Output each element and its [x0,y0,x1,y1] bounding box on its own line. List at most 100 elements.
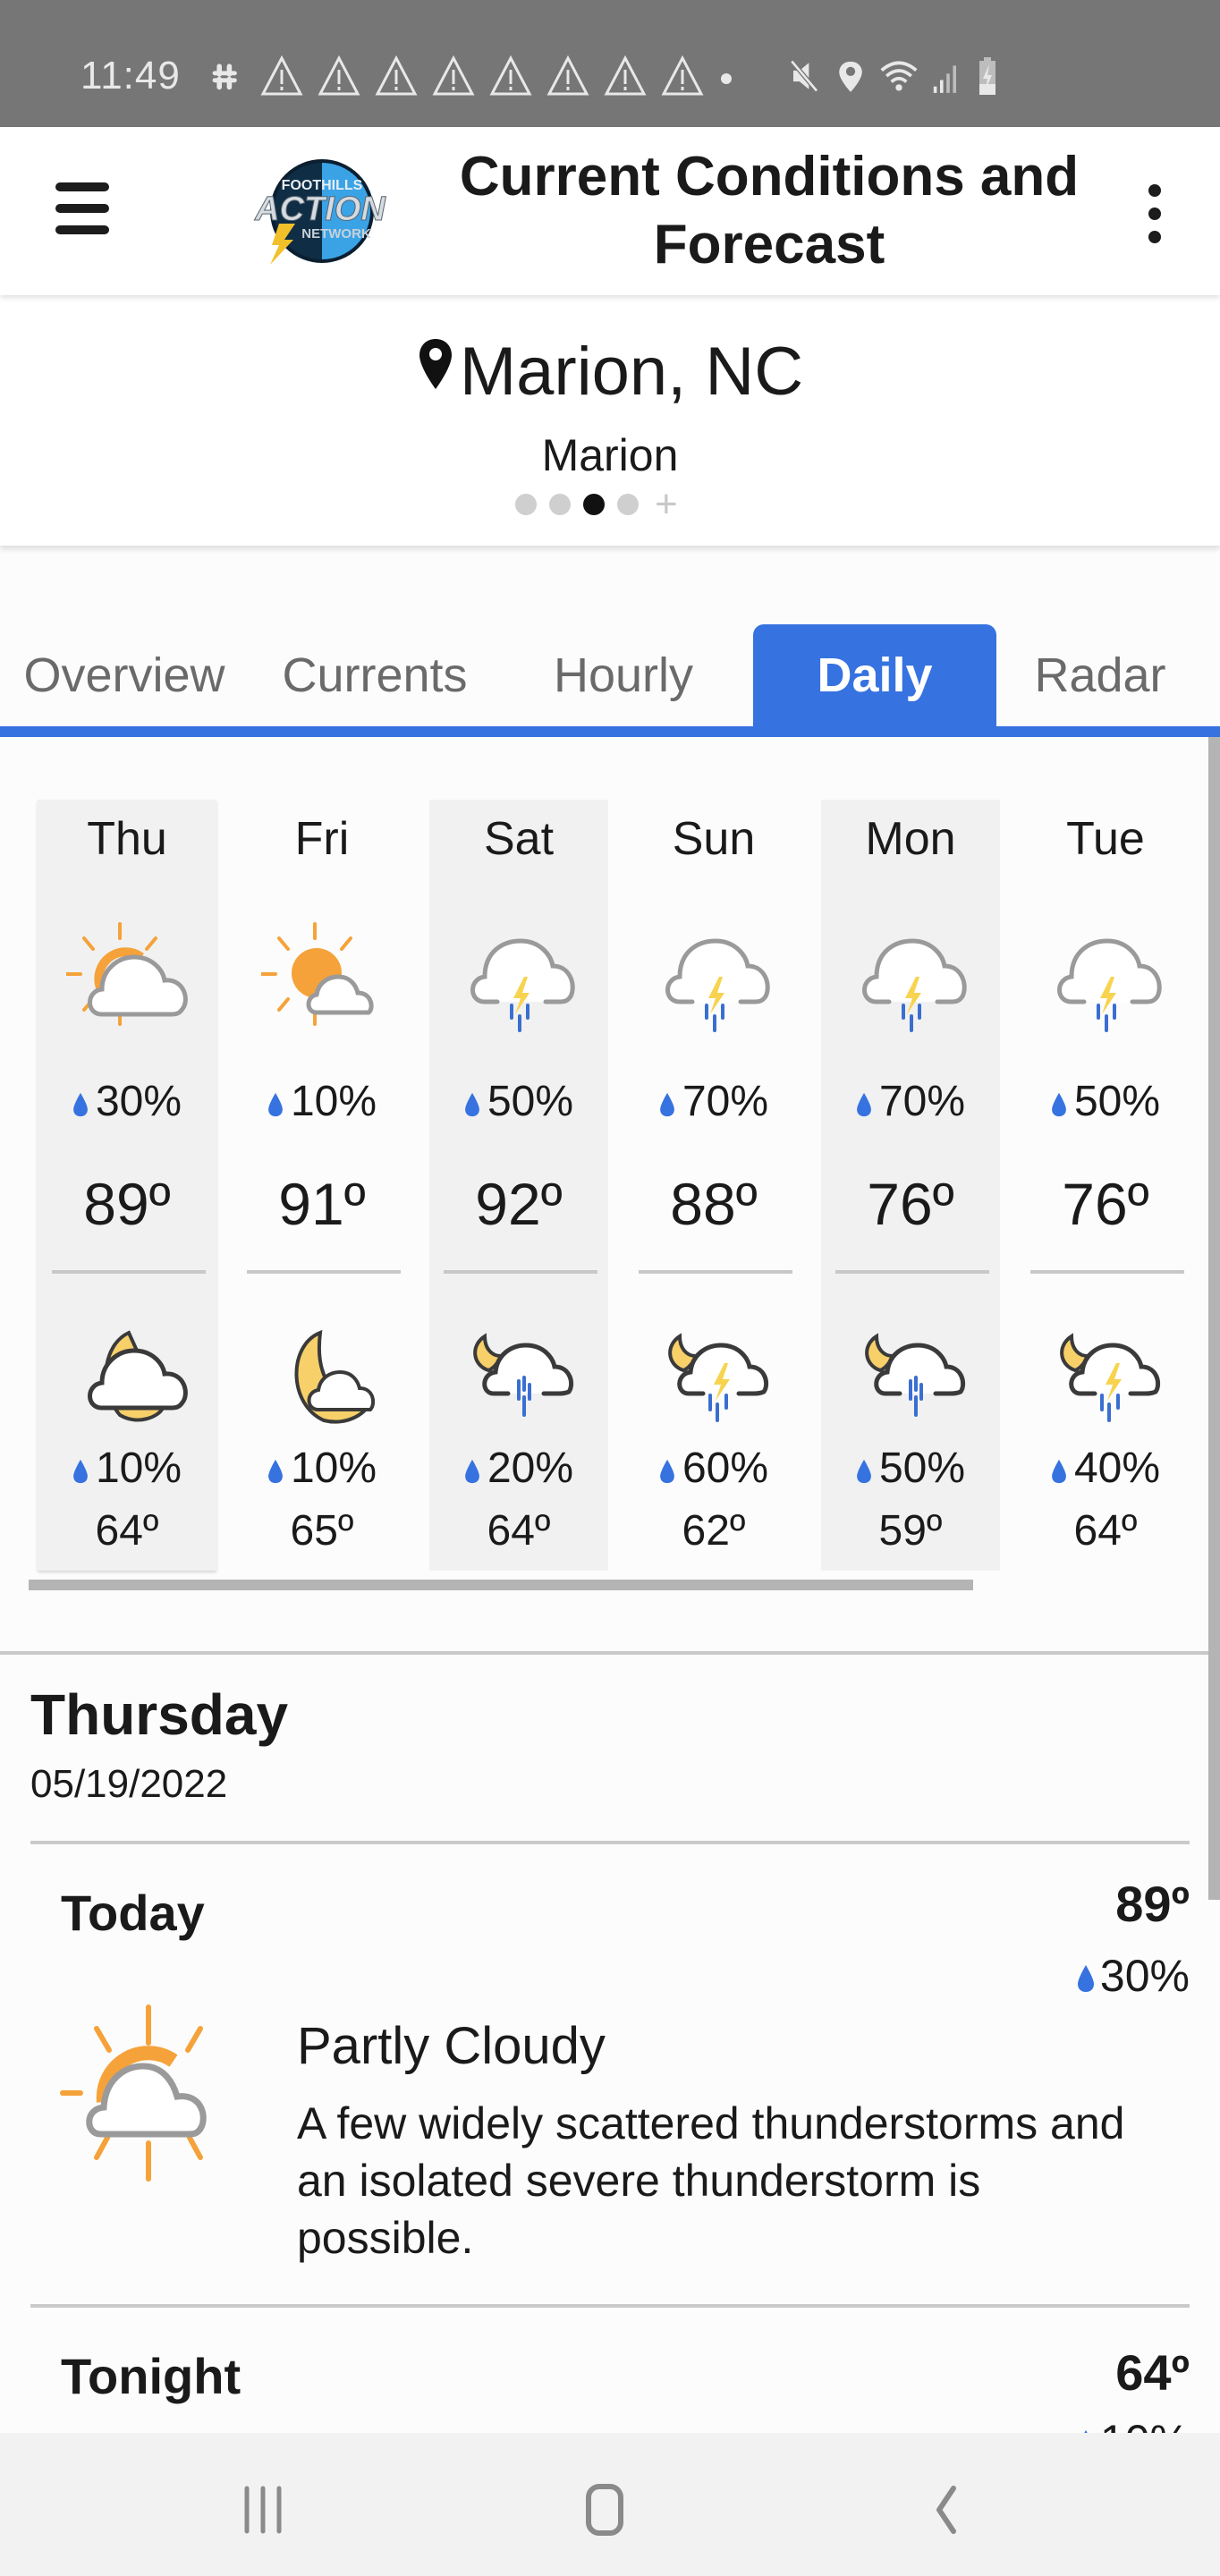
day-name: Fri [294,813,350,865]
day-column-mon[interactable]: Mon 70% 76º 50% 59º [821,800,1000,1571]
night-precip: 20% [429,1444,608,1493]
raindrop-icon [465,1092,479,1117]
tab-radar[interactable]: Radar [1011,624,1190,726]
warning-icon [546,55,589,96]
mute-icon [790,59,819,93]
pager-dot[interactable] [617,494,639,515]
thunderstorm-night-icon [668,1333,769,1422]
daily-forecast-strip[interactable]: Thu 30% 89º 10% 64º Fri 10% 91º 10% 65º … [0,737,1220,1651]
menu-button[interactable] [55,182,113,240]
night-precip: 50% [821,1444,1000,1493]
home-icon[interactable] [569,2483,640,2537]
page-title: Current Conditions and Forecast [459,146,1080,275]
detail-date: 05/19/2022 [30,1762,228,1806]
pager-dot[interactable] [549,494,571,515]
day-night-divider [835,1270,989,1274]
period-temp-tonight: 64º [1115,2344,1190,2401]
raindrop-icon [660,1092,674,1117]
location-name: Marion, NC [459,334,804,410]
low-temp: 62º [682,1507,746,1555]
day-night-divider [444,1270,597,1274]
day-precip: 70% [624,1077,803,1126]
day-column-thu[interactable]: Thu 30% 89º 10% 64º [38,800,216,1571]
status-bar: 11:49 [0,0,1220,127]
raindrop-icon [1052,1459,1066,1484]
foothills-action-network-logo: FOOTHILLS ACTION NETWORK [254,159,387,265]
low-temp: 65º [290,1507,354,1555]
raindrop-icon [73,1092,88,1117]
svg-text:ACTION: ACTION [254,191,386,228]
day-column-fri[interactable]: Fri 10% 91º 10% 65º [233,800,411,1571]
high-temp: 92º [475,1171,563,1237]
night-precip: 60% [624,1444,803,1493]
tab-indicator-bar [0,726,1220,737]
location-card[interactable]: Marion, NC Marion + [0,295,1220,546]
day-column-tue[interactable]: Tue 50% 76º 40% 64º [1016,800,1195,1571]
high-temp: 76º [867,1171,954,1237]
system-icons [787,55,998,97]
raindrop-icon [73,1459,88,1484]
day-column-sat[interactable]: Sat 50% 92º 20% 64º [429,800,608,1571]
day-name: Tue [1066,813,1145,865]
detail-day-name: Thursday [30,1682,289,1747]
warning-icon [375,55,418,96]
signal-icon [933,65,956,93]
location-subtitle: Marion [541,430,679,480]
high-temp: 91º [278,1171,366,1237]
daily-horizontal-scrollbar[interactable] [29,1580,973,1590]
tab-hourly[interactable]: Hourly [521,624,726,726]
tab-bar: Overview Currents Hourly Daily Radar [0,624,1220,735]
warning-icon [318,55,360,96]
overflow-menu-button[interactable] [1141,184,1168,247]
low-temp: 59º [878,1507,943,1555]
raindrop-icon [1052,1092,1066,1117]
day-precip: 50% [1016,1077,1195,1126]
day-column-sun[interactable]: Sun 70% 88º 60% 62º [624,800,803,1571]
showers-night-icon [865,1333,966,1417]
hamburger-icon [55,182,109,191]
more-vert-icon [1148,184,1161,197]
status-time: 11:49 [80,54,181,97]
warning-icon [661,55,704,96]
notification-icons [211,55,735,97]
period-name-tonight: Tonight [61,2348,241,2404]
partly-cloudy-night-icon [294,1329,376,1424]
thunderstorm-icon [1057,938,1162,1032]
recents-icon[interactable] [227,2483,299,2537]
day-precip: 50% [429,1077,608,1126]
day-name: Sun [672,813,756,865]
dot-icon [721,73,732,84]
raindrop-icon [857,1459,871,1484]
location-pager: + [515,485,678,524]
night-precip: 10% [38,1444,216,1493]
night-precip: 40% [1016,1444,1195,1493]
back-icon[interactable] [909,2483,980,2537]
section-divider [0,1651,1220,1655]
system-nav-bar [0,2433,1220,2576]
svg-text:NETWORK: NETWORK [301,226,371,242]
raindrop-icon [660,1459,674,1484]
location-pin-icon [419,339,452,389]
high-temp: 88º [670,1171,758,1237]
raindrop-icon [268,1459,283,1484]
mostly-cloudy-night-icon [88,1330,188,1422]
day-name: Mon [865,813,956,865]
pager-dot[interactable] [515,494,537,515]
tab-currents[interactable]: Currents [263,624,487,726]
location-header: Marion, NC [0,333,1220,411]
period-temp-today: 89º [1115,1876,1190,1932]
wifi-icon [880,61,918,91]
raindrop-icon [857,1092,871,1117]
add-location-button[interactable]: + [655,485,678,524]
app-bar: FOOTHILLS ACTION NETWORK Current Conditi… [0,127,1220,295]
tab-overview[interactable]: Overview [13,624,236,726]
day-precip: 70% [821,1077,1000,1126]
page-scrollbar[interactable] [1208,737,1220,1900]
day-night-divider [247,1270,401,1274]
pager-dot-active[interactable] [583,494,605,515]
thunderstorm-icon [862,938,967,1032]
battery-charging-icon [979,57,995,95]
raindrop-icon [1077,1965,1094,1992]
high-temp: 76º [1062,1171,1149,1237]
tab-daily[interactable]: Daily [753,624,996,726]
